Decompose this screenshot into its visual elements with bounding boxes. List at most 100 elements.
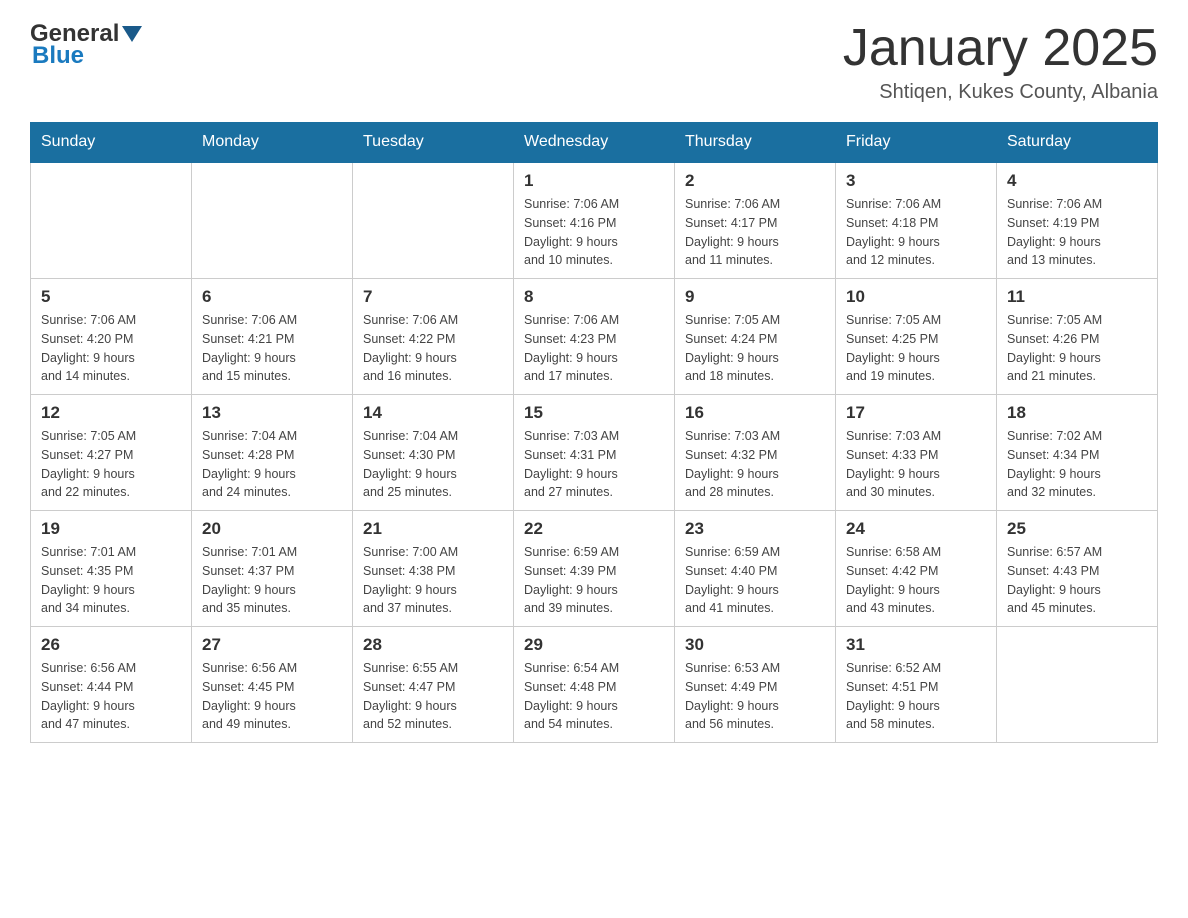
day-info: Sunrise: 6:58 AMSunset: 4:42 PMDaylight:…	[846, 543, 986, 618]
day-number: 3	[846, 171, 986, 191]
month-title: January 2025	[843, 20, 1158, 77]
day-number: 21	[363, 519, 503, 539]
day-info: Sunrise: 6:56 AMSunset: 4:44 PMDaylight:…	[41, 659, 181, 734]
day-info: Sunrise: 6:57 AMSunset: 4:43 PMDaylight:…	[1007, 543, 1147, 618]
day-number: 8	[524, 287, 664, 307]
table-row: 22 Sunrise: 6:59 AMSunset: 4:39 PMDayligh…	[514, 511, 675, 627]
col-friday: Friday	[836, 123, 997, 163]
day-number: 27	[202, 635, 342, 655]
day-number: 17	[846, 403, 986, 423]
table-row: 7 Sunrise: 7:06 AMSunset: 4:22 PMDaylight…	[353, 279, 514, 395]
day-info: Sunrise: 7:04 AMSunset: 4:30 PMDaylight:…	[363, 427, 503, 502]
day-info: Sunrise: 7:03 AMSunset: 4:32 PMDaylight:…	[685, 427, 825, 502]
day-info: Sunrise: 7:06 AMSunset: 4:23 PMDaylight:…	[524, 311, 664, 386]
day-number: 2	[685, 171, 825, 191]
table-row: 14Sunrise: 7:04 AMSunset: 4:30 PMDayligh…	[353, 395, 514, 511]
table-row: 25 Sunrise: 6:57 AMSunset: 4:43 PMDayligh…	[997, 511, 1158, 627]
col-thursday: Thursday	[675, 123, 836, 163]
table-row: 30 Sunrise: 6:53 AMSunset: 4:49 PMDayligh…	[675, 627, 836, 743]
day-info: Sunrise: 7:06 AMSunset: 4:21 PMDaylight:…	[202, 311, 342, 386]
day-info: Sunrise: 6:59 AMSunset: 4:40 PMDaylight:…	[685, 543, 825, 618]
table-row: 6 Sunrise: 7:06 AMSunset: 4:21 PMDaylight…	[192, 279, 353, 395]
day-info: Sunrise: 6:55 AMSunset: 4:47 PMDaylight:…	[363, 659, 503, 734]
day-info: Sunrise: 7:06 AMSunset: 4:18 PMDaylight:…	[846, 195, 986, 270]
day-number: 6	[202, 287, 342, 307]
table-row: 12Sunrise: 7:05 AMSunset: 4:27 PMDayligh…	[31, 395, 192, 511]
day-number: 26	[41, 635, 181, 655]
day-info: Sunrise: 7:04 AMSunset: 4:28 PMDaylight:…	[202, 427, 342, 502]
logo: General Blue	[30, 20, 143, 70]
col-saturday: Saturday	[997, 123, 1158, 163]
page-header: General Blue January 2025 Shtiqen, Kukes…	[30, 20, 1158, 104]
day-number: 31	[846, 635, 986, 655]
day-number: 18	[1007, 403, 1147, 423]
day-number: 10	[846, 287, 986, 307]
calendar-week-row: 1Sunrise: 7:06 AMSunset: 4:16 PMDaylight…	[31, 162, 1158, 279]
col-monday: Monday	[192, 123, 353, 163]
table-row: 18 Sunrise: 7:02 AMSunset: 4:34 PMDayligh…	[997, 395, 1158, 511]
day-number: 28	[363, 635, 503, 655]
table-row: 26 Sunrise: 6:56 AMSunset: 4:44 PMDayligh…	[31, 627, 192, 743]
table-row: 31Sunrise: 6:52 AMSunset: 4:51 PMDayligh…	[836, 627, 997, 743]
day-info: Sunrise: 7:05 AMSunset: 4:27 PMDaylight:…	[41, 427, 181, 502]
table-row: 3 Sunrise: 7:06 AMSunset: 4:18 PMDaylight…	[836, 162, 997, 279]
day-info: Sunrise: 6:59 AMSunset: 4:39 PMDaylight:…	[524, 543, 664, 618]
day-info: Sunrise: 6:53 AMSunset: 4:49 PMDaylight:…	[685, 659, 825, 734]
table-row	[192, 162, 353, 279]
table-row: 15 Sunrise: 7:03 AMSunset: 4:31 PMDayligh…	[514, 395, 675, 511]
table-row: 24Sunrise: 6:58 AMSunset: 4:42 PMDayligh…	[836, 511, 997, 627]
day-number: 20	[202, 519, 342, 539]
day-number: 25	[1007, 519, 1147, 539]
day-number: 16	[685, 403, 825, 423]
title-section: January 2025 Shtiqen, Kukes County, Alba…	[843, 20, 1158, 104]
col-sunday: Sunday	[31, 123, 192, 163]
table-row: 1Sunrise: 7:06 AMSunset: 4:16 PMDaylight…	[514, 162, 675, 279]
day-info: Sunrise: 7:01 AMSunset: 4:37 PMDaylight:…	[202, 543, 342, 618]
day-number: 7	[363, 287, 503, 307]
calendar-week-row: 19Sunrise: 7:01 AMSunset: 4:35 PMDayligh…	[31, 511, 1158, 627]
table-row: 5Sunrise: 7:06 AMSunset: 4:20 PMDaylight…	[31, 279, 192, 395]
calendar-table: Sunday Monday Tuesday Wednesday Thursday…	[30, 122, 1158, 743]
table-row: 4 Sunrise: 7:06 AMSunset: 4:19 PMDaylight…	[997, 162, 1158, 279]
table-row: 8 Sunrise: 7:06 AMSunset: 4:23 PMDaylight…	[514, 279, 675, 395]
day-number: 5	[41, 287, 181, 307]
table-row: 20 Sunrise: 7:01 AMSunset: 4:37 PMDayligh…	[192, 511, 353, 627]
table-row	[31, 162, 192, 279]
day-number: 4	[1007, 171, 1147, 191]
day-number: 23	[685, 519, 825, 539]
day-info: Sunrise: 7:06 AMSunset: 4:22 PMDaylight:…	[363, 311, 503, 386]
table-row: 2Sunrise: 7:06 AMSunset: 4:17 PMDaylight…	[675, 162, 836, 279]
day-info: Sunrise: 7:03 AMSunset: 4:31 PMDaylight:…	[524, 427, 664, 502]
day-info: Sunrise: 7:02 AMSunset: 4:34 PMDaylight:…	[1007, 427, 1147, 502]
day-number: 1	[524, 171, 664, 191]
table-row: 23 Sunrise: 6:59 AMSunset: 4:40 PMDayligh…	[675, 511, 836, 627]
table-row: 28 Sunrise: 6:55 AMSunset: 4:47 PMDayligh…	[353, 627, 514, 743]
day-info: Sunrise: 6:56 AMSunset: 4:45 PMDaylight:…	[202, 659, 342, 734]
day-number: 30	[685, 635, 825, 655]
logo-arrow-icon	[121, 25, 143, 43]
table-row: 11 Sunrise: 7:05 AMSunset: 4:26 PMDayligh…	[997, 279, 1158, 395]
day-info: Sunrise: 7:03 AMSunset: 4:33 PMDaylight:…	[846, 427, 986, 502]
day-number: 15	[524, 403, 664, 423]
table-row	[997, 627, 1158, 743]
day-number: 29	[524, 635, 664, 655]
calendar-week-row: 5Sunrise: 7:06 AMSunset: 4:20 PMDaylight…	[31, 279, 1158, 395]
table-row: 16 Sunrise: 7:03 AMSunset: 4:32 PMDayligh…	[675, 395, 836, 511]
day-info: Sunrise: 7:05 AMSunset: 4:26 PMDaylight:…	[1007, 311, 1147, 386]
day-number: 19	[41, 519, 181, 539]
day-info: Sunrise: 7:05 AMSunset: 4:24 PMDaylight:…	[685, 311, 825, 386]
day-info: Sunrise: 7:06 AMSunset: 4:19 PMDaylight:…	[1007, 195, 1147, 270]
calendar-week-row: 12Sunrise: 7:05 AMSunset: 4:27 PMDayligh…	[31, 395, 1158, 511]
col-wednesday: Wednesday	[514, 123, 675, 163]
day-number: 11	[1007, 287, 1147, 307]
day-number: 9	[685, 287, 825, 307]
day-info: Sunrise: 6:54 AMSunset: 4:48 PMDaylight:…	[524, 659, 664, 734]
day-number: 22	[524, 519, 664, 539]
table-row: 9 Sunrise: 7:05 AMSunset: 4:24 PMDaylight…	[675, 279, 836, 395]
day-info: Sunrise: 7:05 AMSunset: 4:25 PMDaylight:…	[846, 311, 986, 386]
table-row: 29 Sunrise: 6:54 AMSunset: 4:48 PMDayligh…	[514, 627, 675, 743]
day-info: Sunrise: 7:00 AMSunset: 4:38 PMDaylight:…	[363, 543, 503, 618]
table-row: 10 Sunrise: 7:05 AMSunset: 4:25 PMDayligh…	[836, 279, 997, 395]
table-row: 19Sunrise: 7:01 AMSunset: 4:35 PMDayligh…	[31, 511, 192, 627]
day-number: 13	[202, 403, 342, 423]
